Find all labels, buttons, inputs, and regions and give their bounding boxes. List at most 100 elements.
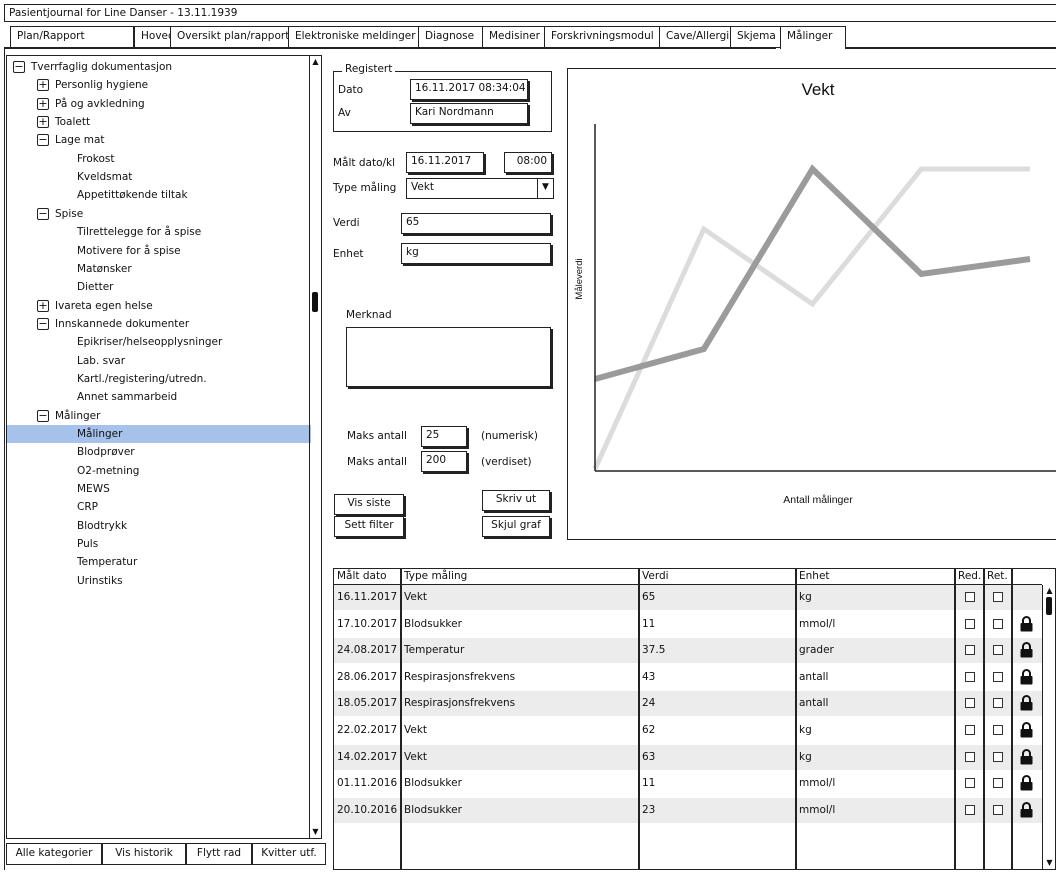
expand-icon[interactable]: +: [37, 97, 49, 110]
set-filter-button[interactable]: Sett filter: [334, 516, 404, 537]
all-categories-button[interactable]: Alle kategorier: [6, 843, 102, 865]
tree-item[interactable]: + Toalett: [7, 113, 311, 131]
table-row[interactable]: 24.08.2017 Temperatur 37.5 grader: [334, 638, 1042, 664]
scroll-up-icon[interactable]: ▲: [1044, 585, 1055, 597]
scroll-down-icon[interactable]: ▼: [1044, 857, 1055, 869]
table-row[interactable]: 28.06.2017 Respirasjonsfrekvens 43 antall: [334, 665, 1042, 690]
corrected-checkbox[interactable]: [993, 671, 1003, 682]
table-row[interactable]: 16.11.2017 Vekt 65 kg: [334, 585, 1042, 610]
tree-item[interactable]: Epikriser/helseopplysninger: [7, 333, 311, 351]
tree-item[interactable]: Frokost: [7, 150, 311, 168]
tree-item[interactable]: Målinger: [7, 425, 311, 443]
scroll-thumb[interactable]: [312, 292, 318, 312]
tab-cave-allergi[interactable]: Cave/Allergi: [659, 26, 735, 48]
corrected-checkbox[interactable]: [993, 725, 1003, 735]
max-count-numeric-field[interactable]: 25: [421, 426, 467, 447]
tree-item[interactable]: + På og avkledning: [7, 95, 311, 113]
col-header-red[interactable]: Red.: [955, 569, 984, 585]
tree-item[interactable]: Appetittøkende tiltak: [7, 186, 311, 204]
measurement-type-select[interactable]: Vekt ▼: [406, 178, 554, 199]
show-history-button[interactable]: Vis historik: [102, 843, 186, 865]
expand-icon[interactable]: +: [37, 116, 49, 129]
tree-item[interactable]: + Ivareta egen helse: [7, 297, 311, 315]
tree-item[interactable]: Blodtrykk: [7, 517, 311, 535]
corrected-checkbox[interactable]: [993, 618, 1003, 629]
tree-item[interactable]: − Spise: [7, 205, 311, 223]
edited-checkbox[interactable]: [965, 698, 975, 709]
tree-item[interactable]: Lab. svar: [7, 352, 311, 370]
measured-date-field[interactable]: 16.11.2017: [406, 152, 484, 173]
tree-item[interactable]: − Lage mat: [7, 131, 311, 149]
tree-item[interactable]: − Innskannede dokumenter: [7, 315, 311, 333]
acknowledge-button[interactable]: Kvitter utf.: [252, 843, 326, 865]
collapse-icon[interactable]: −: [37, 134, 49, 147]
tab-oversikt[interactable]: Oversikt plan/rapport: [170, 26, 296, 48]
tree-item[interactable]: Urinstiks: [7, 572, 311, 590]
collapse-icon[interactable]: −: [37, 409, 49, 422]
tab-medisiner[interactable]: Medisiner: [482, 26, 546, 48]
collapse-icon[interactable]: −: [37, 317, 49, 330]
print-button[interactable]: Skriv ut: [482, 490, 550, 511]
edited-checkbox[interactable]: [965, 725, 975, 735]
edited-checkbox[interactable]: [965, 778, 975, 789]
table-row[interactable]: 14.02.2017 Vekt 63 kg: [334, 744, 1042, 770]
tree-item[interactable]: Dietter: [7, 278, 311, 296]
tab-skjema[interactable]: Skjema: [730, 26, 782, 48]
corrected-checkbox[interactable]: [993, 698, 1003, 709]
corrected-checkbox[interactable]: [993, 778, 1003, 789]
col-header-ret[interactable]: Ret.: [984, 569, 1012, 585]
move-row-button[interactable]: Flytt rad: [186, 843, 252, 865]
tree-item[interactable]: Motivere for å spise: [7, 242, 311, 260]
tree-item[interactable]: O2-metning: [7, 462, 311, 480]
table-row[interactable]: 22.02.2017 Vekt 62 kg: [334, 718, 1042, 743]
table-row[interactable]: 17.10.2017 Blodsukker 11 mmol/l: [334, 612, 1042, 637]
tab-forskrivningsmodul[interactable]: Forskrivningsmodul: [544, 26, 664, 48]
expand-icon[interactable]: +: [37, 79, 49, 92]
tab-elektroniske-meldinger[interactable]: Elektroniske meldinger: [288, 26, 422, 48]
tree-item[interactable]: Tilrettelegge for å spise: [7, 223, 311, 241]
tab-plan-rapport[interactable]: Plan/Rapport: [10, 26, 134, 48]
chevron-down-icon[interactable]: ▼: [537, 179, 553, 198]
tree-item[interactable]: Blodprøver: [7, 443, 311, 461]
tree-item[interactable]: + Personlig hygiene: [7, 76, 311, 94]
corrected-checkbox[interactable]: [993, 804, 1003, 815]
tab-diagnose[interactable]: Diagnose: [418, 26, 486, 48]
col-header-type[interactable]: Type måling: [401, 569, 639, 585]
measured-time-field[interactable]: 08:00: [504, 152, 552, 173]
tree-item[interactable]: MEWS: [7, 480, 311, 498]
col-header-date[interactable]: Målt dato: [334, 569, 401, 585]
max-count-valueset-field[interactable]: 200: [421, 451, 467, 472]
table-scrollbar[interactable]: ▲ ▼: [1042, 585, 1055, 869]
edited-checkbox[interactable]: [965, 671, 975, 682]
remark-textarea[interactable]: [346, 327, 551, 387]
collapse-icon[interactable]: −: [13, 61, 25, 73]
table-row[interactable]: 18.05.2017 Respirasjonsfrekvens 24 antall: [334, 691, 1042, 717]
col-header-unit[interactable]: Enhet: [796, 569, 955, 585]
scroll-down-icon[interactable]: ▼: [310, 826, 321, 838]
registered-date-field[interactable]: 16.11.2017 08:34:04: [410, 79, 528, 100]
edited-checkbox[interactable]: [965, 618, 975, 629]
tree-item[interactable]: Annet sammarbeid: [7, 388, 311, 406]
tree-item[interactable]: Kartl./registering/utredn.: [7, 370, 311, 388]
scroll-thumb[interactable]: [1046, 597, 1052, 615]
tree-item[interactable]: − Tverrfaglig dokumentasjon: [7, 58, 311, 76]
table-row[interactable]: 20.10.2016 Blodsukker 23 mmol/l: [334, 797, 1042, 823]
edited-checkbox[interactable]: [965, 645, 975, 656]
col-header-value[interactable]: Verdi: [639, 569, 796, 585]
edited-checkbox[interactable]: [965, 804, 975, 815]
corrected-checkbox[interactable]: [993, 751, 1003, 762]
tree-scrollbar[interactable]: ▲ ▼: [309, 56, 321, 838]
tree-item[interactable]: Matønsker: [7, 260, 311, 278]
edited-checkbox[interactable]: [965, 751, 975, 762]
tree-item[interactable]: − Målinger: [7, 407, 311, 425]
hide-graph-button[interactable]: Skjul graf: [482, 516, 550, 537]
registered-by-field[interactable]: Kari Nordmann: [410, 103, 528, 124]
tree-item[interactable]: Temperatur: [7, 553, 311, 571]
unit-field[interactable]: kg: [401, 243, 551, 264]
edited-checkbox[interactable]: [965, 592, 975, 602]
expand-icon[interactable]: +: [37, 299, 49, 312]
table-row[interactable]: 01.11.2016 Blodsukker 11 mmol/l: [334, 771, 1042, 796]
corrected-checkbox[interactable]: [993, 592, 1003, 602]
corrected-checkbox[interactable]: [993, 645, 1003, 656]
show-latest-button[interactable]: Vis siste: [334, 494, 404, 515]
